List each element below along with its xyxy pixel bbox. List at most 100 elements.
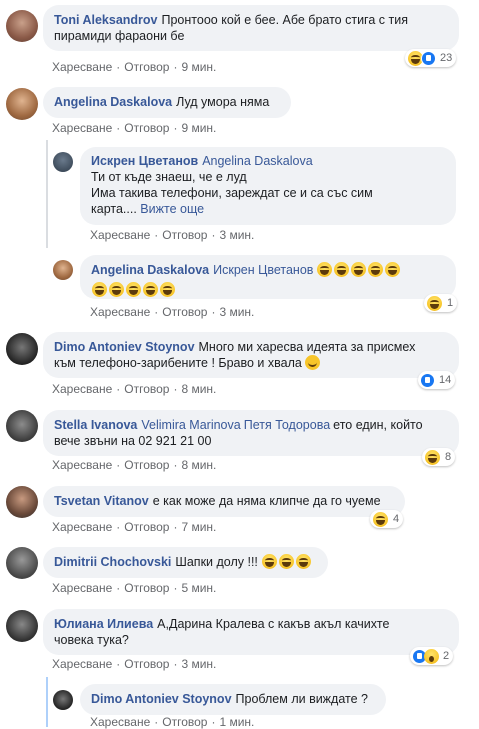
comment-bubble: Angelina Daskalova Искрен Цветанов — [80, 255, 456, 299]
haha-icon — [373, 511, 388, 527]
comment-bubble: Toni Aleksandrov Пронтооо кой е бее. Абе … — [43, 5, 459, 51]
reply-button[interactable]: Отговор — [124, 520, 169, 534]
avatar[interactable] — [6, 333, 38, 365]
comment-text: Шапки долу !!! — [175, 555, 258, 569]
reply-button[interactable]: Отговор — [162, 228, 207, 242]
avatar[interactable] — [6, 88, 38, 120]
avatar[interactable] — [6, 547, 38, 579]
separator: · — [173, 520, 178, 534]
comment-text: Луд умора няма — [176, 95, 270, 109]
reply-button[interactable]: Отговор — [124, 382, 169, 396]
comment-time[interactable]: 3 мин. — [219, 228, 254, 242]
separator: · — [116, 121, 121, 135]
haha-emoji-icon — [143, 282, 158, 297]
reply-button[interactable]: Отговор — [124, 121, 169, 135]
comment-text: А,Дарина Кралева с какъв акъл качихте — [157, 617, 390, 631]
comment-actions: Харесване · Отговор · 3 мин. — [90, 305, 254, 319]
separator: · — [211, 305, 216, 319]
comment-time[interactable]: 3 мин. — [219, 305, 254, 319]
comment-author[interactable]: Dimitrii Chochovski — [54, 555, 171, 569]
comment-time[interactable]: 8 мин. — [181, 382, 216, 396]
comment-bubble: Stella Ivanova Velimira Marinova Петя Тодо… — [43, 410, 459, 456]
comment-actions: Харесване · Отговор · 5 мин. — [52, 581, 216, 595]
comment-text: към телефоно-зарибените ! Браво и хвала — [54, 356, 302, 370]
like-button[interactable]: Харесване — [52, 581, 112, 595]
like-button[interactable]: Харесване — [52, 60, 112, 74]
avatar[interactable] — [53, 152, 73, 172]
like-button[interactable]: Харесване — [52, 121, 112, 135]
reply-button[interactable]: Отговор — [162, 305, 207, 319]
reaction-count: 1 — [447, 297, 454, 309]
mentioned-user[interactable]: Angelina Daskalova — [202, 154, 313, 168]
comment-actions: Харесване · Отговор · 9 мин. — [52, 60, 216, 74]
comment-author[interactable]: Юлиана Илиева — [54, 617, 153, 631]
comment-bubble: Юлиана Илиева А,Дарина Кралева с какъв ак… — [43, 609, 459, 655]
comment-author[interactable]: Dimo Antoniev Stoynov — [91, 692, 232, 706]
reply-button[interactable]: Отговор — [124, 60, 169, 74]
comment-time[interactable]: 5 мин. — [181, 581, 216, 595]
separator: · — [116, 657, 121, 671]
reaction-badge[interactable]: 23 — [405, 49, 457, 67]
reaction-badge[interactable]: 4 — [370, 510, 404, 528]
avatar[interactable] — [6, 610, 38, 642]
reply-button[interactable]: Отговор — [124, 581, 169, 595]
separator: · — [116, 581, 121, 595]
like-button[interactable]: Харесване — [52, 520, 112, 534]
comment-author[interactable]: Angelina Daskalova — [91, 263, 209, 277]
reaction-badge[interactable]: 2 — [410, 647, 454, 665]
separator: · — [173, 121, 178, 135]
comment-text: ето един, който — [333, 418, 423, 432]
avatar[interactable] — [6, 410, 38, 442]
comment-author[interactable]: Искрен Цветанов — [91, 154, 198, 168]
like-reaction-icon — [421, 50, 436, 66]
comment-author[interactable]: Tsvetan Vitanov — [54, 494, 149, 508]
haha-emoji-icon — [385, 262, 401, 277]
mentioned-user[interactable]: Искрен Цветанов — [213, 263, 313, 277]
thread-line — [46, 140, 48, 248]
comment-author[interactable]: Angelina Daskalova — [54, 95, 172, 109]
comment-bubble: Angelina Daskalova Луд умора няма — [43, 87, 291, 118]
reaction-badge[interactable]: 8 — [422, 448, 456, 466]
comment-time[interactable]: 3 мин. — [181, 657, 216, 671]
reaction-badge[interactable]: 14 — [418, 371, 456, 389]
like-button[interactable]: Харесване — [52, 458, 112, 472]
like-reaction-icon — [420, 372, 435, 388]
like-button[interactable]: Харесване — [90, 305, 150, 319]
separator: · — [173, 382, 178, 396]
haha-emoji-icon — [334, 262, 350, 277]
separator: · — [173, 458, 178, 472]
reply-button[interactable]: Отговор — [124, 458, 169, 472]
separator: · — [211, 228, 216, 242]
haha-emoji-icon — [368, 262, 384, 277]
comment-author[interactable]: Toni Aleksandrov — [54, 13, 158, 27]
comment-author[interactable]: Dimo Antoniev Stoynov — [54, 340, 195, 354]
comment-author[interactable]: Stella Ivanova — [54, 418, 137, 432]
haha-emoji-icon — [351, 262, 367, 277]
comment-bubble: Искрен Цветанов Angelina Daskalova Ти от … — [80, 147, 456, 225]
like-button[interactable]: Харесване — [52, 382, 112, 396]
comment-time[interactable]: 7 мин. — [181, 520, 216, 534]
reaction-badge[interactable]: 1 — [424, 294, 458, 312]
comment-time[interactable]: 8 мин. — [181, 458, 216, 472]
comment-text: Много ми харесва идеята за присмех — [198, 340, 416, 354]
haha-emoji-icon — [296, 554, 312, 569]
haha-icon — [427, 295, 442, 311]
comment-time[interactable]: 9 мин. — [181, 60, 216, 74]
reaction-count: 14 — [439, 374, 452, 386]
comment-time[interactable]: 9 мин. — [181, 121, 216, 135]
avatar[interactable] — [53, 690, 73, 710]
separator: · — [173, 657, 178, 671]
comment-actions: Харесване · Отговор · 8 мин. — [52, 458, 216, 472]
avatar[interactable] — [6, 486, 38, 518]
like-button[interactable]: Харесване — [52, 657, 112, 671]
reply-button[interactable]: Отговор — [124, 657, 169, 671]
see-more-link[interactable]: Вижте още — [140, 202, 204, 216]
like-button[interactable]: Харесване — [90, 228, 150, 242]
mentioned-user[interactable]: Петя Тодорова — [244, 418, 330, 432]
avatar[interactable] — [53, 260, 73, 280]
separator: · — [173, 60, 178, 74]
avatar[interactable] — [6, 10, 38, 42]
reaction-count: 8 — [445, 451, 452, 463]
mentioned-user[interactable]: Velimira Marinova — [141, 418, 240, 432]
haha-emoji-icon — [109, 282, 124, 297]
